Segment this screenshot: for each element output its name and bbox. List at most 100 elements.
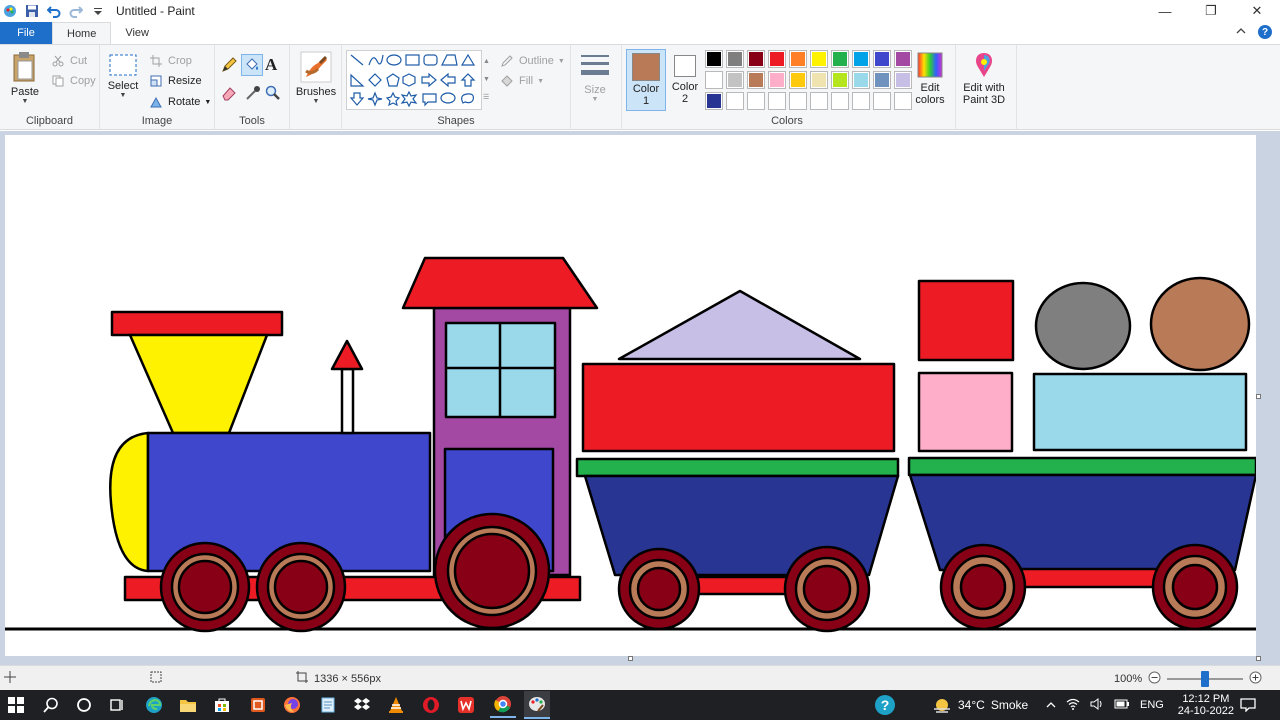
palette-swatch[interactable] — [789, 92, 807, 110]
palette-swatch[interactable] — [873, 50, 891, 68]
vlc-icon[interactable] — [386, 695, 406, 715]
dropbox-icon[interactable] — [352, 695, 372, 715]
canvas-resize-handle-corner[interactable] — [1256, 656, 1261, 661]
palette-swatch[interactable] — [810, 50, 828, 68]
brushes-dropdown-icon[interactable]: ▼ — [294, 98, 338, 105]
wps-office-icon[interactable] — [456, 695, 476, 715]
paint-app-icon[interactable] — [2, 3, 18, 19]
color1-button[interactable]: Color 1 — [626, 49, 666, 111]
volume-icon[interactable] — [1090, 697, 1104, 713]
crop-button[interactable]: Crop — [148, 53, 192, 69]
zoom-slider-thumb[interactable] — [1201, 670, 1210, 687]
resize-button[interactable]: Resize — [148, 73, 202, 89]
color-picker-icon[interactable] — [245, 85, 261, 104]
maximize-button[interactable]: ❐ — [1188, 0, 1234, 22]
zoom-slider[interactable] — [1167, 670, 1244, 687]
palette-swatch[interactable] — [852, 71, 870, 89]
palette-swatch[interactable] — [852, 92, 870, 110]
drawing-canvas[interactable] — [5, 135, 1256, 656]
store-icon[interactable] — [212, 695, 232, 715]
save-icon[interactable] — [24, 3, 40, 19]
palette-swatch[interactable] — [789, 50, 807, 68]
palette-swatch[interactable] — [894, 71, 912, 89]
palette-swatch[interactable] — [747, 92, 765, 110]
redo-icon[interactable] — [68, 3, 84, 19]
wifi-icon[interactable] — [1066, 698, 1080, 713]
copy-button[interactable]: Copy — [50, 73, 96, 89]
palette-swatch[interactable] — [726, 50, 744, 68]
edit-with-paint3d-button[interactable]: Edit with Paint 3D — [958, 51, 1010, 106]
palette-swatch[interactable] — [747, 71, 765, 89]
minimize-button[interactable]: — — [1142, 0, 1188, 22]
fill-bucket-icon[interactable] — [241, 54, 263, 76]
palette-swatch[interactable] — [768, 71, 786, 89]
show-hidden-icons-chevron-icon[interactable] — [1046, 698, 1056, 712]
brushes-button[interactable]: Brushes ▼ — [294, 51, 338, 105]
palette-swatch[interactable] — [831, 71, 849, 89]
palette-swatch[interactable] — [810, 92, 828, 110]
search-icon[interactable] — [41, 695, 61, 715]
palette-swatch[interactable] — [789, 71, 807, 89]
notifications-icon[interactable] — [1238, 695, 1258, 715]
edit-colors-button[interactable]: Edit colors — [912, 51, 948, 106]
customize-toolbar-icon[interactable] — [90, 3, 106, 19]
clock[interactable]: 12:12 PM 24-10-2022 — [1178, 693, 1234, 717]
paint-taskbar-icon[interactable] — [524, 691, 550, 719]
cut-button[interactable]: Cut — [50, 53, 87, 69]
orange-app-icon[interactable] — [248, 695, 268, 715]
magnifier-icon[interactable] — [265, 85, 281, 104]
palette-swatch[interactable] — [873, 71, 891, 89]
palette-swatch[interactable] — [894, 50, 912, 68]
battery-icon[interactable] — [1114, 698, 1130, 712]
close-button[interactable]: ✕ — [1234, 0, 1280, 22]
palette-swatch[interactable] — [726, 92, 744, 110]
palette-swatch[interactable] — [831, 50, 849, 68]
paste-button[interactable]: Paste ▼ — [6, 51, 44, 105]
firefox-icon[interactable] — [282, 695, 302, 715]
shapes-gallery-icons[interactable] — [347, 51, 481, 109]
undo-icon[interactable] — [46, 3, 62, 19]
help-circle-icon[interactable]: ? — [874, 694, 896, 716]
palette-swatch[interactable] — [705, 92, 723, 110]
canvas-resize-handle-bottom[interactable] — [628, 656, 633, 661]
windows-start-icon[interactable] — [6, 695, 26, 715]
color2-button[interactable]: Color 2 — [668, 49, 702, 111]
help-icon[interactable]: ? — [1258, 25, 1272, 39]
chrome-icon[interactable] — [490, 692, 516, 718]
notepad-icon[interactable] — [318, 695, 338, 715]
edge-browser-icon[interactable] — [144, 695, 164, 715]
language-indicator[interactable]: ENG — [1140, 699, 1164, 711]
file-explorer-icon[interactable] — [178, 695, 198, 715]
shapes-scroll[interactable]: ▲ ▼ ☰ — [483, 53, 490, 107]
paste-dropdown-icon[interactable]: ▼ — [6, 98, 44, 105]
rotate-dropdown-icon[interactable]: ▼ — [204, 99, 211, 106]
text-tool-icon[interactable]: A — [265, 55, 277, 75]
zoom-in-icon[interactable] — [1249, 671, 1262, 687]
canvas-resize-handle-right[interactable] — [1256, 394, 1261, 399]
select-dropdown-icon[interactable]: ▼ — [106, 92, 140, 99]
palette-swatch[interactable] — [831, 92, 849, 110]
opera-icon[interactable] — [421, 695, 441, 715]
weather-widget[interactable]: 34°C Smoke — [932, 690, 1028, 720]
select-button[interactable]: Select ▼ — [106, 53, 140, 99]
palette-swatch[interactable] — [768, 92, 786, 110]
rotate-button[interactable]: Rotate ▼ — [148, 94, 211, 110]
palette-swatch[interactable] — [705, 71, 723, 89]
palette-swatch[interactable] — [852, 50, 870, 68]
palette-swatch[interactable] — [747, 50, 765, 68]
palette-swatch[interactable] — [768, 50, 786, 68]
outline-button[interactable]: Outline ▼ — [499, 53, 565, 69]
cortana-icon[interactable] — [74, 695, 94, 715]
tab-home[interactable]: Home — [52, 22, 112, 44]
task-view-icon[interactable] — [107, 695, 127, 715]
palette-swatch[interactable] — [810, 71, 828, 89]
fill-button[interactable]: Fill ▼ — [499, 73, 544, 89]
size-button[interactable]: Size ▼ — [578, 51, 612, 103]
palette-swatch[interactable] — [726, 71, 744, 89]
tab-file[interactable]: File — [0, 22, 52, 44]
collapse-ribbon-icon[interactable] — [1236, 26, 1246, 38]
tab-view[interactable]: View — [111, 22, 163, 44]
zoom-out-icon[interactable] — [1148, 671, 1161, 687]
palette-swatch[interactable] — [705, 50, 723, 68]
palette-swatch[interactable] — [894, 92, 912, 110]
